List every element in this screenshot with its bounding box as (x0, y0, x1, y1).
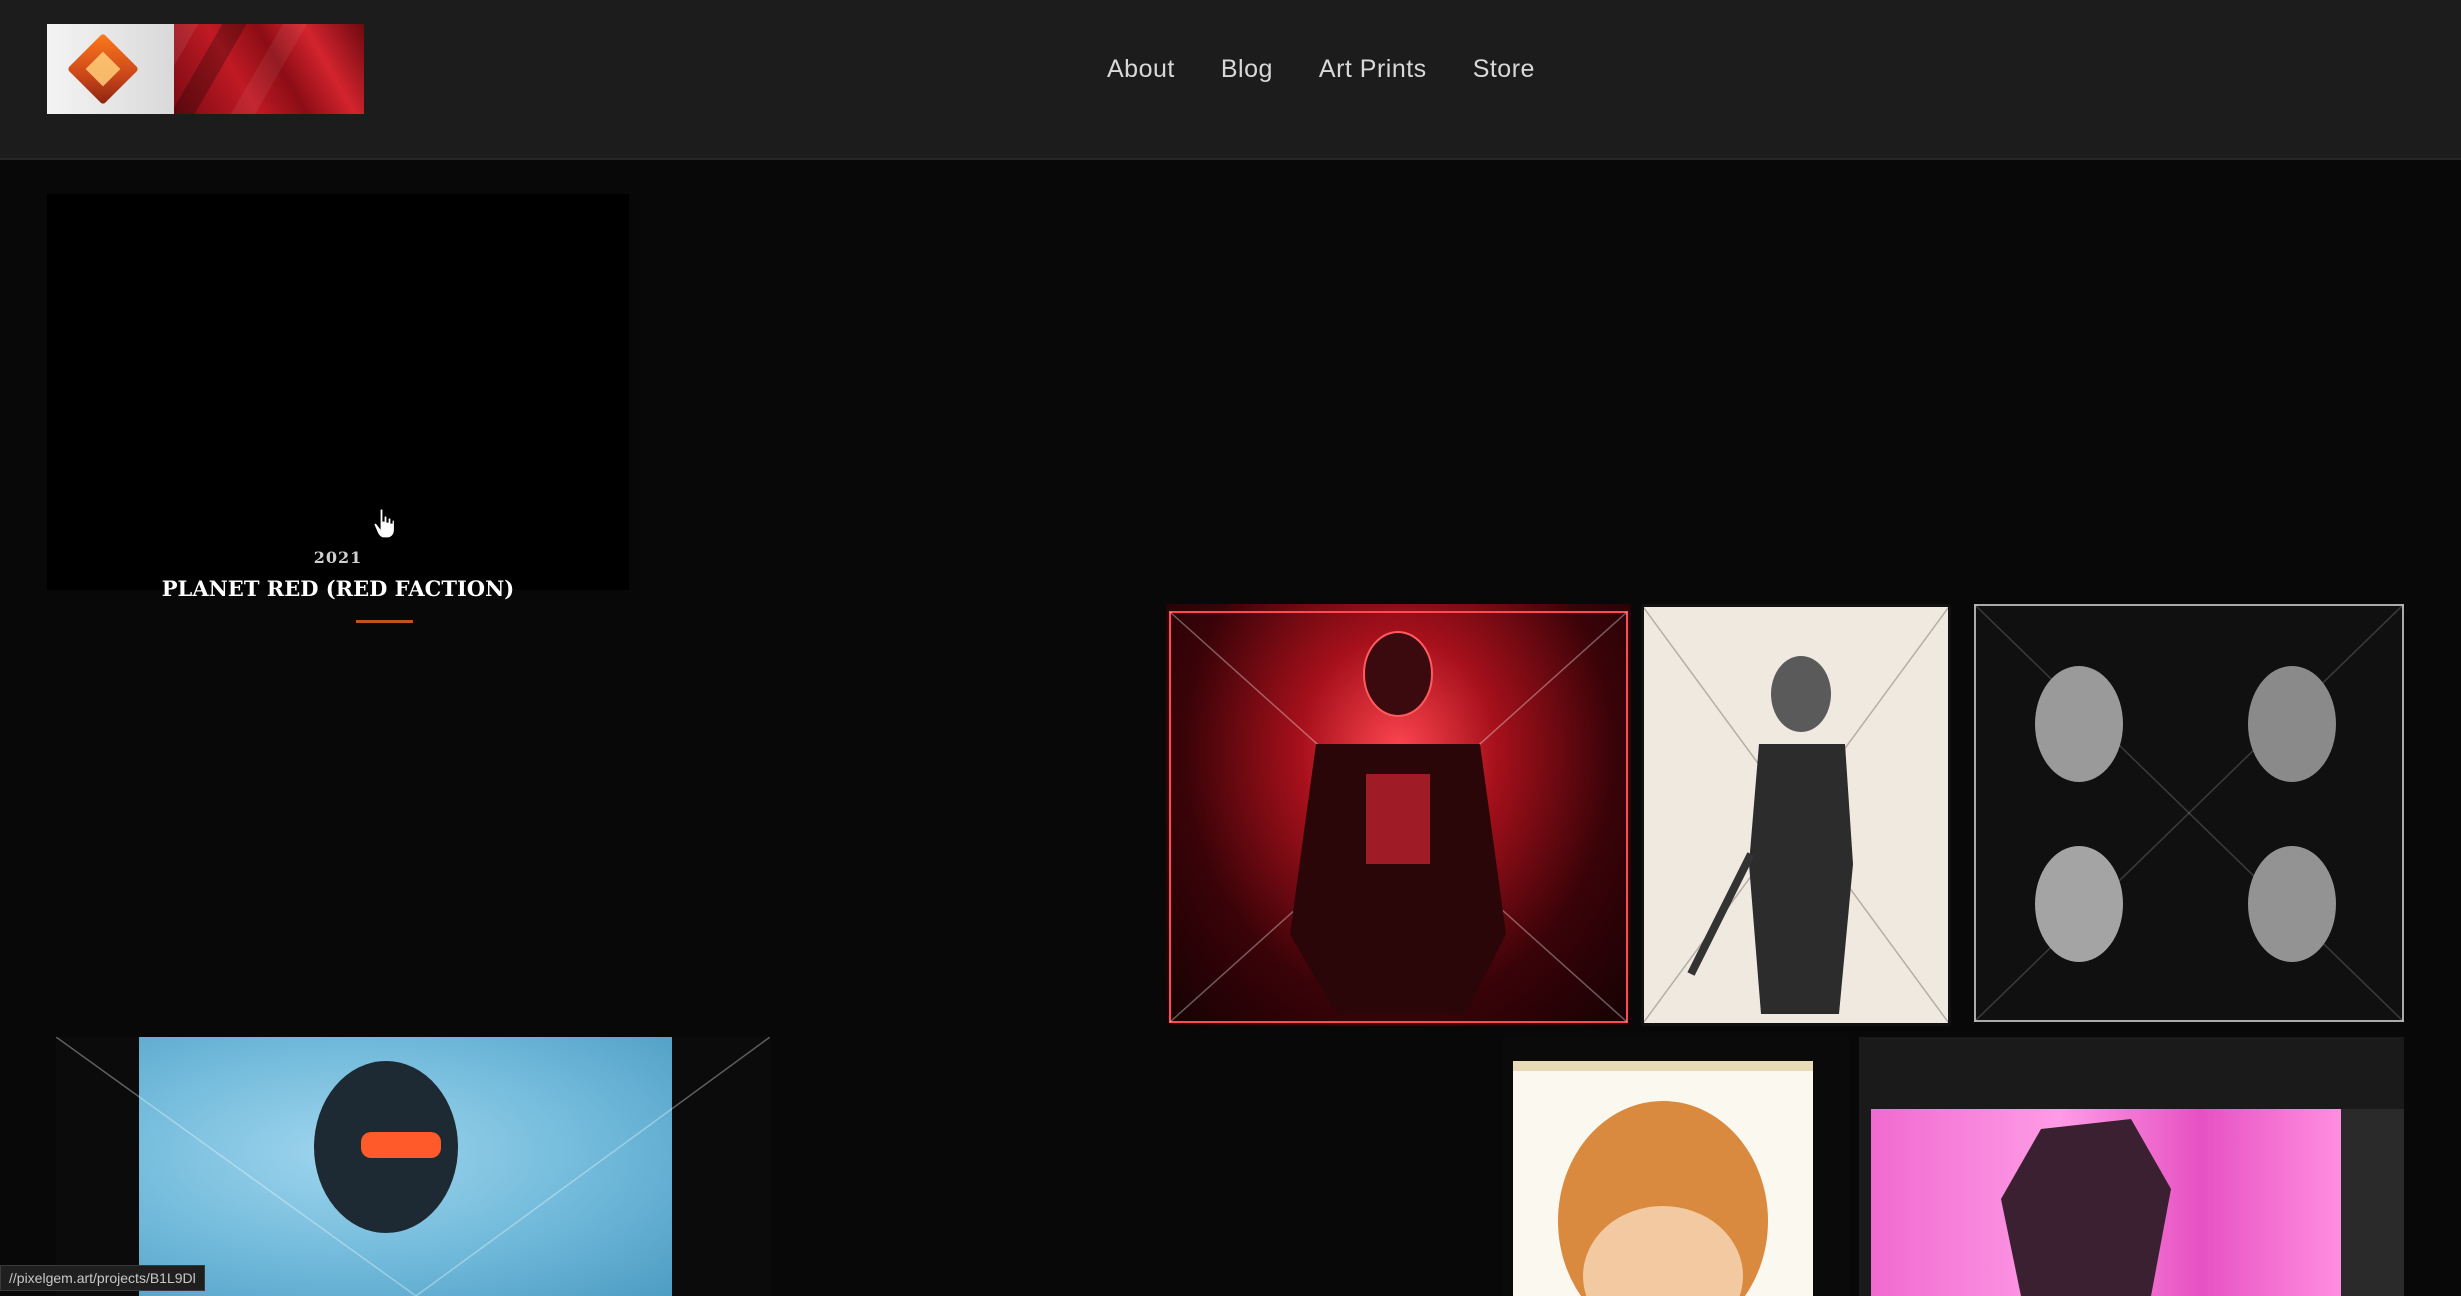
thumbnail-frame-lines (56, 1037, 770, 1296)
hand-cursor-icon (373, 508, 395, 539)
status-bar-url: //pixelgem.art/projects/B1L9Dl (0, 1265, 205, 1291)
logo-red-polygon-banner (174, 24, 364, 114)
thumbnail-portrait-artwork (1513, 1061, 1813, 1296)
nav-store[interactable]: Store (1473, 52, 1535, 86)
nav-about[interactable]: About (1107, 52, 1175, 86)
featured-project-card[interactable]: 2021 PLANET RED (RED FACTION) (47, 194, 629, 623)
project-thumbnail-portrait[interactable] (1503, 1037, 1849, 1296)
site-header: About Blog Art Prints Store (0, 0, 2461, 160)
nav-blog[interactable]: Blog (1221, 52, 1273, 86)
site-logo[interactable] (47, 24, 364, 114)
nav-art-prints[interactable]: Art Prints (1319, 52, 1427, 86)
project-title: PLANET RED (RED FACTION) (161, 576, 515, 601)
logo-emblem (47, 24, 174, 114)
project-thumbnail-pink-creature[interactable] (1859, 1037, 2404, 1296)
thumbnail-editor-panel (2341, 1109, 2404, 1296)
project-thumbnail-sketch-soldier[interactable] (1641, 604, 1951, 1026)
project-thumbnail-alien-heads[interactable] (1974, 604, 2404, 1022)
project-thumbnail-red-soldier[interactable] (1166, 604, 1631, 1026)
project-thumbnail-blue-figure[interactable] (56, 1037, 770, 1296)
diamond-logo-icon (67, 33, 139, 105)
thumbnail-frame-lines (1169, 611, 1628, 1023)
project-year: 2021 (313, 548, 363, 567)
thumbnail-frame-lines (1974, 604, 2404, 1022)
thumbnail-pink-artwork (1871, 1109, 2341, 1296)
main-nav: About Blog Art Prints Store (1107, 52, 1535, 86)
title-underline (356, 620, 413, 623)
thumbnail-frame-lines (1641, 604, 1951, 1026)
